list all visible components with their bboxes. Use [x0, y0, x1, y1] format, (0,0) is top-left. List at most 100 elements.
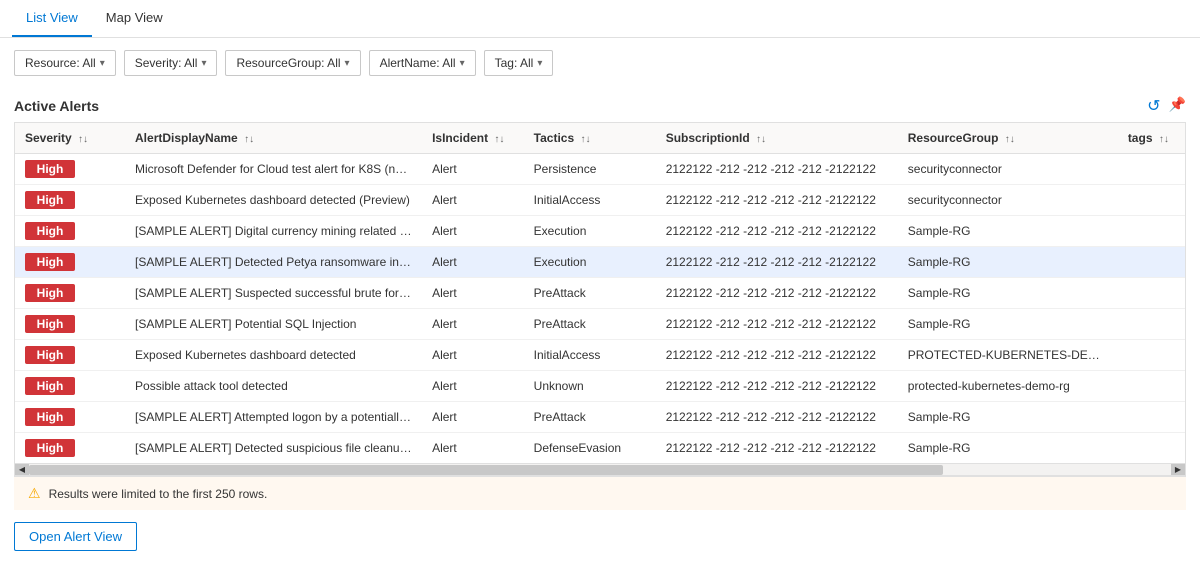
- alert-name-cell: Possible attack tool detected: [125, 371, 422, 402]
- subscription-cell: 2122122 -212 -212 -212 -212 -2122122: [656, 309, 898, 340]
- filter-resource-group[interactable]: ResourceGroup: All ▾: [225, 50, 360, 76]
- col-header-tags: tags ↑↓: [1118, 123, 1185, 154]
- table-row[interactable]: High[SAMPLE ALERT] Detected suspicious f…: [15, 433, 1185, 464]
- severity-badge: High: [25, 222, 75, 240]
- resource-group-cell: Sample-RG: [898, 433, 1118, 464]
- scroll-left-btn[interactable]: ◀: [15, 464, 29, 476]
- subscription-cell: 2122122 -212 -212 -212 -212 -2122122: [656, 371, 898, 402]
- incident-cell: Alert: [422, 371, 524, 402]
- chevron-down-icon: ▾: [201, 58, 206, 69]
- sort-icon: ↑↓: [494, 134, 504, 145]
- subscription-cell: 2122122 -212 -212 -212 -212 -2122122: [656, 433, 898, 464]
- sort-icon: ↑↓: [580, 134, 590, 145]
- table-row[interactable]: High [SAMPLE ALERT] Suspected successful …: [15, 278, 1185, 309]
- col-header-severity: Severity ↑↓: [15, 123, 125, 154]
- table-row[interactable]: High [SAMPLE ALERT] Attempted logon by a …: [15, 402, 1185, 433]
- table-row[interactable]: High[SAMPLE ALERT] Digital currency mini…: [15, 216, 1185, 247]
- subscription-cell: 2122122 -212 -212 -212 -212 -2122122: [656, 247, 898, 278]
- filter-severity[interactable]: Severity: All ▾: [124, 50, 218, 76]
- tags-cell: [1118, 278, 1185, 309]
- pin-icon[interactable]: 📌: [1169, 96, 1186, 116]
- table-row[interactable]: HighExposed Kubernetes dashboard detecte…: [15, 185, 1185, 216]
- tags-cell: [1118, 402, 1185, 433]
- tactics-cell: PreAttack: [524, 402, 656, 433]
- filter-alert-name[interactable]: AlertName: All ▾: [369, 50, 476, 76]
- incident-cell: Alert: [422, 309, 524, 340]
- scroll-right-btn[interactable]: ▶: [1171, 464, 1185, 476]
- tags-cell: [1118, 433, 1185, 464]
- open-alert-view-button[interactable]: Open Alert View: [14, 522, 137, 551]
- tags-cell: [1118, 371, 1185, 402]
- filters-bar: Resource: All ▾ Severity: All ▾ Resource…: [0, 38, 1200, 88]
- table-scroll[interactable]: Severity ↑↓ AlertDisplayName ↑↓ IsIncide…: [15, 123, 1185, 463]
- chevron-down-icon: ▾: [460, 58, 465, 69]
- severity-cell: High: [15, 309, 125, 340]
- section-title: Active Alerts: [14, 98, 99, 114]
- alert-name-cell: [SAMPLE ALERT] Suspected successful brut…: [125, 278, 422, 309]
- table-row[interactable]: High Microsoft Defender for Cloud test al…: [15, 154, 1185, 185]
- table-row[interactable]: HighExposed Kubernetes dashboard detecte…: [15, 340, 1185, 371]
- sort-icon: ↑↓: [1005, 134, 1015, 145]
- tactics-cell: PreAttack: [524, 309, 656, 340]
- col-header-rg: ResourceGroup ↑↓: [898, 123, 1118, 154]
- col-header-alert: AlertDisplayName ↑↓: [125, 123, 422, 154]
- severity-badge: High: [25, 408, 75, 426]
- tactics-cell: InitialAccess: [524, 185, 656, 216]
- filter-tag[interactable]: Tag: All ▾: [484, 50, 554, 76]
- horizontal-scrollbar[interactable]: ◀ ▶: [15, 463, 1185, 475]
- severity-badge: High: [25, 284, 75, 302]
- tab-map-view[interactable]: Map View: [92, 0, 177, 37]
- alert-name-cell: [SAMPLE ALERT] Potential SQL Injection: [125, 309, 422, 340]
- tactics-cell: DefenseEvasion: [524, 433, 656, 464]
- incident-cell: Alert: [422, 433, 524, 464]
- table-row[interactable]: High[SAMPLE ALERT] Potential SQL Injecti…: [15, 309, 1185, 340]
- resource-group-cell: Sample-RG: [898, 402, 1118, 433]
- tags-cell: [1118, 309, 1185, 340]
- filter-resource[interactable]: Resource: All ▾: [14, 50, 116, 76]
- severity-cell: High: [15, 185, 125, 216]
- tab-bar: List View Map View: [0, 0, 1200, 38]
- resource-group-cell: Sample-RG: [898, 309, 1118, 340]
- col-header-subscription: SubscriptionId ↑↓: [656, 123, 898, 154]
- subscription-cell: 2122122 -212 -212 -212 -212 -2122122: [656, 185, 898, 216]
- resource-group-cell: Sample-RG: [898, 247, 1118, 278]
- incident-cell: Alert: [422, 216, 524, 247]
- subscription-cell: 2122122 -212 -212 -212 -212 -2122122: [656, 154, 898, 185]
- alert-name-cell: [SAMPLE ALERT] Detected suspicious file …: [125, 433, 422, 464]
- resource-group-cell: securityconnector: [898, 185, 1118, 216]
- bottom-bar: Open Alert View: [0, 510, 1200, 563]
- severity-badge: High: [25, 253, 75, 271]
- tags-cell: [1118, 185, 1185, 216]
- alert-name-cell: [SAMPLE ALERT] Detected Petya ransomware…: [125, 247, 422, 278]
- tactics-cell: Execution: [524, 216, 656, 247]
- incident-cell: Alert: [422, 340, 524, 371]
- col-header-tactics: Tactics ↑↓: [524, 123, 656, 154]
- tags-cell: [1118, 216, 1185, 247]
- table-row[interactable]: High [SAMPLE ALERT] Detected Petya ransom…: [15, 247, 1185, 278]
- refresh-icon[interactable]: ↺: [1147, 96, 1160, 116]
- scroll-track: [29, 464, 1171, 476]
- resource-group-cell: PROTECTED-KUBERNETES-DEMO-RG: [898, 340, 1118, 371]
- subscription-cell: 2122122 -212 -212 -212 -212 -2122122: [656, 402, 898, 433]
- sort-icon: ↑↓: [756, 134, 766, 145]
- severity-badge: High: [25, 377, 75, 395]
- incident-cell: Alert: [422, 185, 524, 216]
- alert-name-cell: Exposed Kubernetes dashboard detected: [125, 340, 422, 371]
- tab-list-view[interactable]: List View: [12, 0, 92, 37]
- incident-cell: Alert: [422, 154, 524, 185]
- severity-badge: High: [25, 160, 75, 178]
- resource-group-cell: Sample-RG: [898, 278, 1118, 309]
- chevron-down-icon: ▾: [345, 58, 350, 69]
- alert-name-cell: Microsoft Defender for Cloud test alert …: [125, 154, 422, 185]
- tactics-cell: InitialAccess: [524, 340, 656, 371]
- footer-warning: ⚠ Results were limited to the first 250 …: [14, 476, 1186, 510]
- chevron-down-icon: ▾: [100, 58, 105, 69]
- severity-cell: High: [15, 433, 125, 464]
- alert-name-cell: [SAMPLE ALERT] Attempted logon by a pote…: [125, 402, 422, 433]
- subscription-cell: 2122122 -212 -212 -212 -212 -2122122: [656, 216, 898, 247]
- subscription-cell: 2122122 -212 -212 -212 -212 -2122122: [656, 278, 898, 309]
- severity-cell: High: [15, 340, 125, 371]
- table-row[interactable]: HighPossible attack tool detectedAlertUn…: [15, 371, 1185, 402]
- severity-cell: High: [15, 371, 125, 402]
- alerts-table: Severity ↑↓ AlertDisplayName ↑↓ IsIncide…: [15, 123, 1185, 463]
